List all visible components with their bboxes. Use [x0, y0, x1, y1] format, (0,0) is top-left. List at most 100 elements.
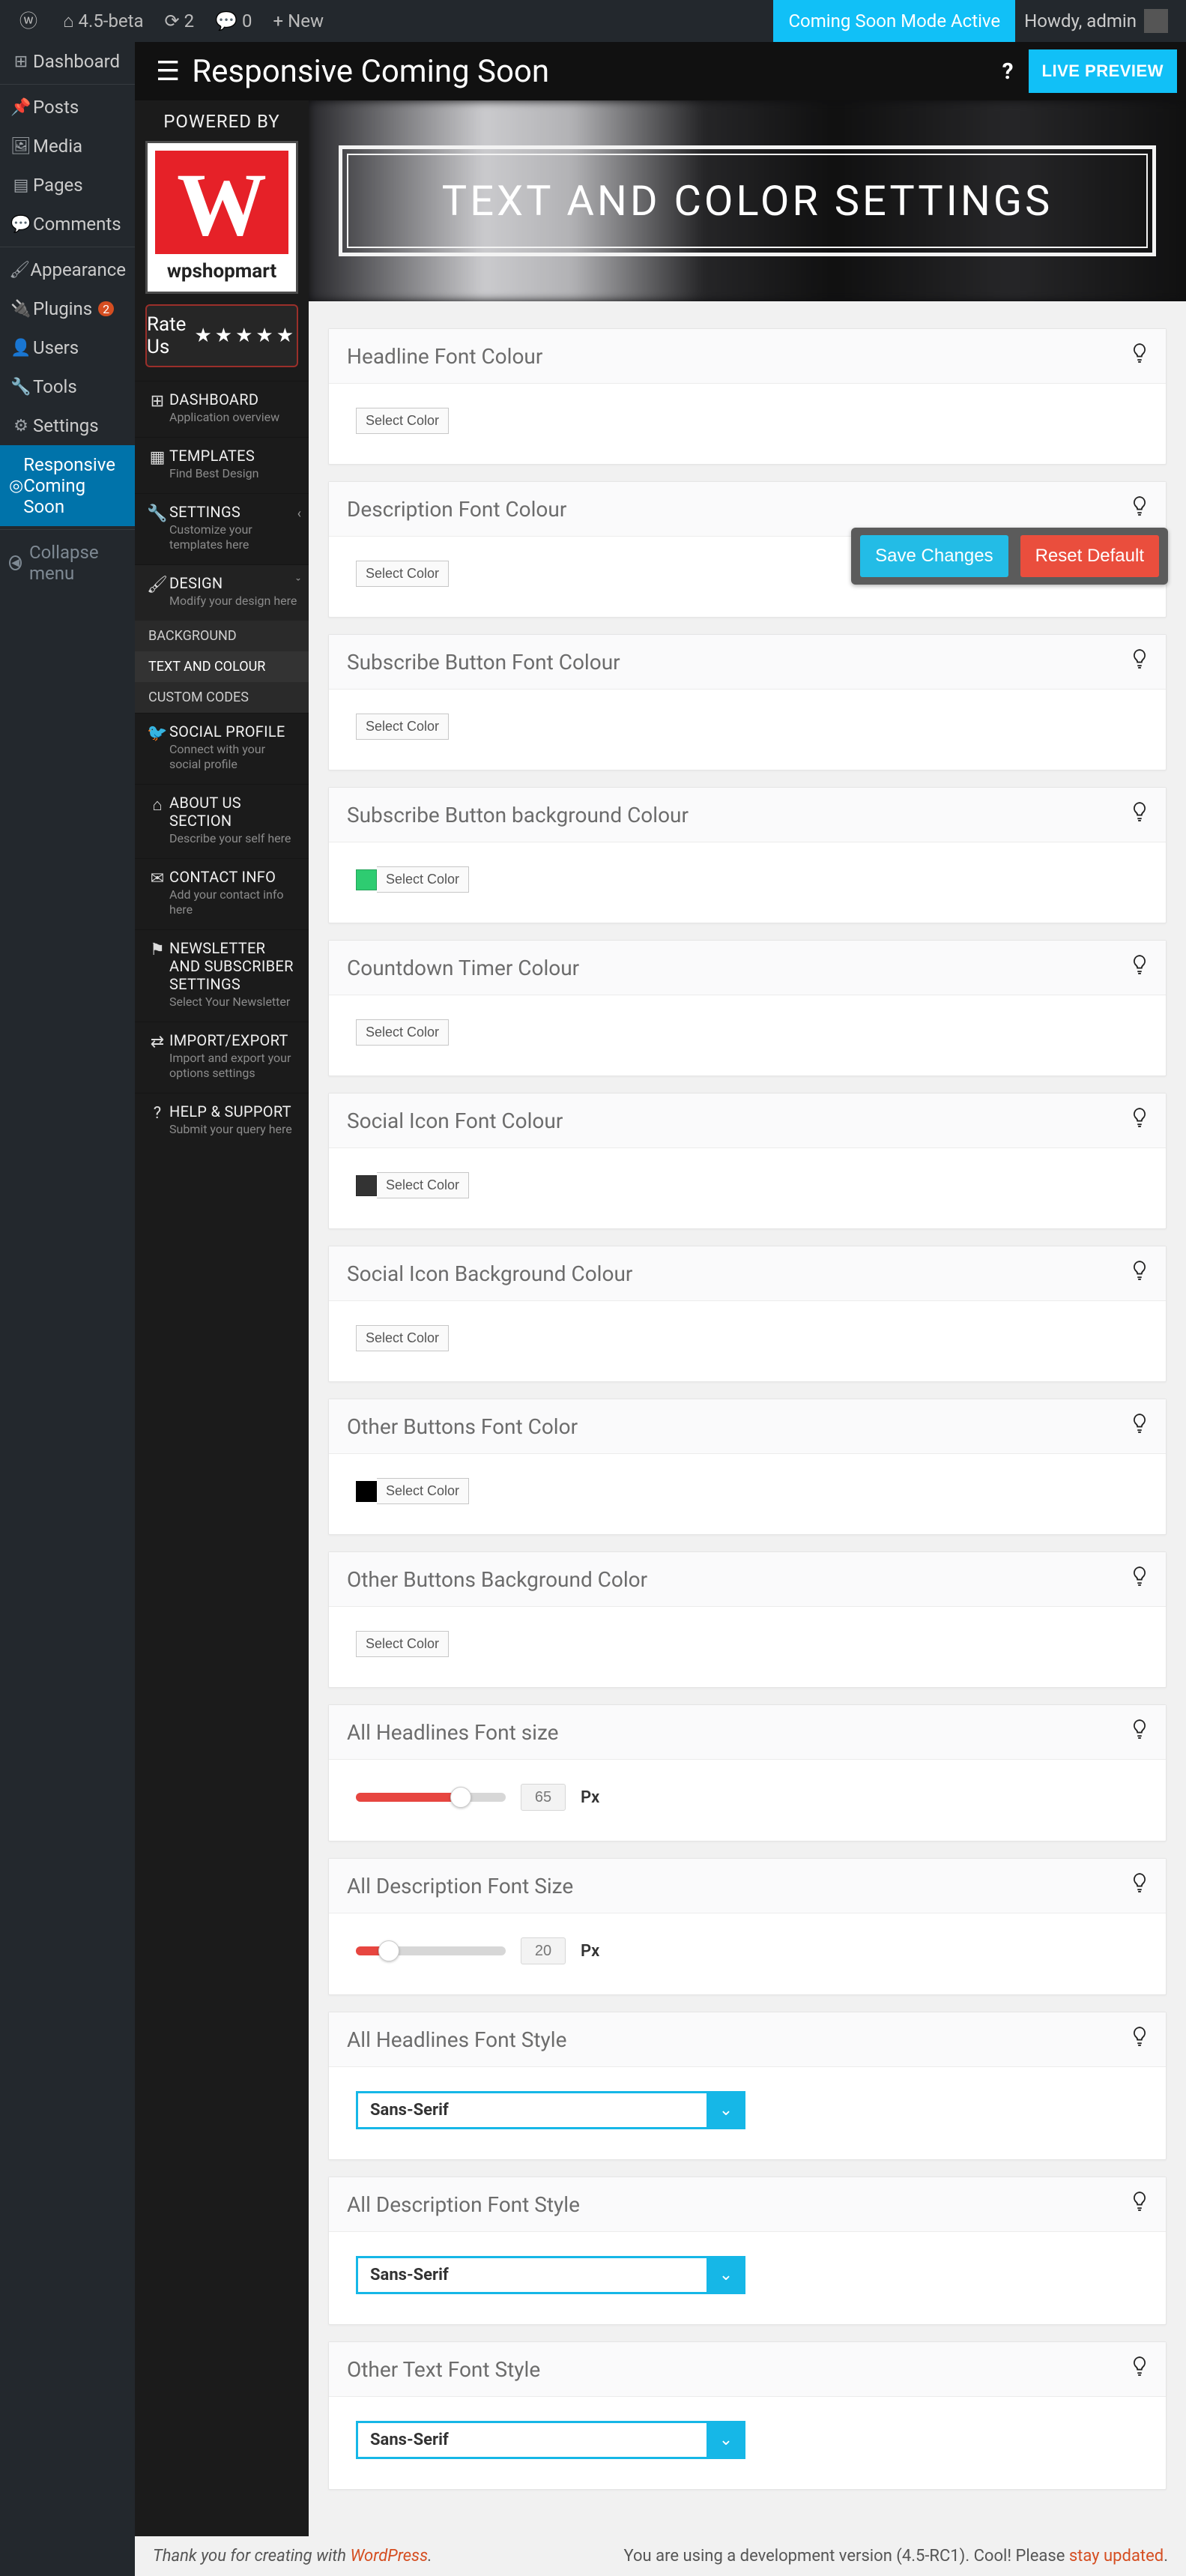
plugin-icon: 🔌 [9, 300, 33, 319]
menu-plugins[interactable]: 🔌Plugins2 [0, 289, 135, 328]
bulb-icon[interactable] [1131, 1719, 1148, 1746]
brush-icon: 🖌 [145, 576, 169, 609]
coming-soon-badge[interactable]: Coming Soon Mode Active [773, 0, 1015, 42]
menu-dashboard[interactable]: ⊞Dashboard [0, 42, 135, 81]
dashboard-icon: ⊞ [9, 52, 33, 71]
grid-icon: ▦ [145, 448, 169, 481]
howdy-account[interactable]: Howdy, admin [1015, 0, 1177, 42]
twitter-icon: 🐦 [145, 724, 169, 772]
menu-appearance[interactable]: 🖌Appearance [0, 250, 135, 289]
slider-value-input[interactable] [521, 1937, 566, 1964]
select-color-button[interactable]: Select Color [377, 1172, 469, 1198]
design-sub-background[interactable]: BACKGROUND [135, 621, 309, 651]
plugin-menu-about[interactable]: ⌂ ABOUT US SECTIONDescribe your self her… [135, 784, 309, 858]
setting-card: Headline Font Colour Select Color [328, 328, 1167, 465]
chevron-down-icon[interactable]: ⌄ [707, 2421, 745, 2459]
site-name[interactable]: ⌂4.5-beta [52, 0, 154, 42]
card-label: Social Icon Background Colour [347, 1261, 1131, 1286]
footer-wp-link[interactable]: WordPress [350, 2547, 428, 2566]
card-label: Other Buttons Background Color [347, 1567, 1131, 1592]
bulb-icon[interactable] [1131, 1566, 1148, 1593]
select-color-button[interactable]: Select Color [356, 714, 449, 740]
brand-logo[interactable]: W wpshopmart [145, 141, 298, 294]
rate-us-button[interactable]: Rate Us ★★★★★ [145, 304, 298, 367]
wrench-icon: 🔧 [145, 504, 169, 552]
setting-card: Countdown Timer ColourSelect Color [328, 940, 1167, 1076]
new-content[interactable]: +New [263, 0, 335, 42]
menu-media[interactable]: 🖼Media [0, 127, 135, 166]
bulb-icon[interactable] [1131, 495, 1148, 522]
save-changes-button[interactable]: Save Changes [860, 535, 1008, 577]
design-sub-text-colour[interactable]: TEXT AND COLOUR [135, 651, 309, 682]
select-color-button[interactable]: Select Color [356, 408, 449, 434]
menu-settings[interactable]: ⚙Settings [0, 406, 135, 445]
menu-tools[interactable]: 🔧Tools [0, 367, 135, 406]
select-value: Sans-Serif [356, 2421, 707, 2459]
plugin-menu-settings[interactable]: 🔧 SETTINGSCustomize your templates here … [135, 493, 309, 564]
select-color-button[interactable]: Select Color [356, 1631, 449, 1657]
plugin-menu-templates[interactable]: ▦ TEMPLATESFind Best Design [135, 437, 309, 493]
card-label: Other Buttons Font Color [347, 1414, 1131, 1439]
hamburger-icon[interactable]: ☰ [144, 55, 192, 87]
plugin-menu-newsletter[interactable]: ⚑ NEWSLETTER AND SUBSCRIBER SETTINGSSele… [135, 929, 309, 1022]
select-color-button[interactable]: Select Color [377, 1478, 469, 1504]
menu-posts[interactable]: 📌Posts [0, 88, 135, 127]
menu-pages[interactable]: ▤Pages [0, 166, 135, 205]
updates[interactable]: ⟳2 [154, 0, 205, 42]
plugin-menu-help[interactable]: ? HELP & SUPPORTSubmit your query here [135, 1093, 309, 1149]
slider-track[interactable] [356, 1793, 506, 1802]
wp-logo[interactable]: ⓦ [9, 0, 52, 42]
bulb-icon[interactable] [1131, 1260, 1148, 1287]
chevron-down-icon: ˇ [295, 577, 301, 593]
font-select[interactable]: Sans-Serif⌄ [356, 2091, 745, 2129]
page-icon: ▤ [9, 176, 33, 195]
comments[interactable]: 💬0 [205, 0, 262, 42]
wp-admin-sidebar: ⊞Dashboard 📌Posts 🖼Media ▤Pages 💬Comment… [0, 42, 135, 2576]
setting-card: Other Buttons Background Color Select Col… [328, 1551, 1167, 1688]
comment-icon: 💬 [9, 215, 33, 234]
menu-responsive-coming-soon[interactable]: ◎Responsive Coming Soon [0, 445, 135, 526]
select-color-button[interactable]: Select Color [356, 1019, 449, 1046]
bulb-icon[interactable] [1131, 2026, 1148, 2053]
settings-icon: ⚙ [9, 417, 33, 435]
card-label: Subscribe Button Font Colour [347, 650, 1131, 675]
live-preview-button[interactable]: LIVE PREVIEW [1029, 49, 1177, 93]
slider-thumb[interactable] [378, 1940, 399, 1961]
chevron-down-icon[interactable]: ⌄ [707, 2256, 745, 2294]
plugin-menu-dashboard[interactable]: ⊞ DASHBOARDApplication overview [135, 381, 309, 437]
font-select[interactable]: Sans-Serif⌄ [356, 2421, 745, 2459]
plugin-menu-design[interactable]: 🖌 DESIGNModify your design here ˇ [135, 564, 309, 621]
slider-track[interactable] [356, 1946, 506, 1955]
plugin-menu-social[interactable]: 🐦 SOCIAL PROFILEConnect with your social… [135, 713, 309, 784]
menu-users[interactable]: 👤Users [0, 328, 135, 367]
footer-stay-updated-link[interactable]: stay updated [1069, 2547, 1164, 2566]
select-color-button[interactable]: Select Color [356, 1325, 449, 1351]
card-label: Headline Font Colour [347, 344, 1131, 369]
slider-value-input[interactable] [521, 1784, 566, 1811]
select-color-button[interactable]: Select Color [377, 866, 469, 893]
chevron-down-icon[interactable]: ⌄ [707, 2091, 745, 2129]
font-select[interactable]: Sans-Serif⌄ [356, 2256, 745, 2294]
menu-comments[interactable]: 💬Comments [0, 205, 135, 244]
plugin-menu-import-export[interactable]: ⇄ IMPORT/EXPORTImport and export your op… [135, 1022, 309, 1093]
card-label: All Description Font Style [347, 2192, 1131, 2217]
bulb-icon[interactable] [1131, 1107, 1148, 1134]
bulb-icon[interactable] [1131, 2191, 1148, 2218]
reset-default-button[interactable]: Reset Default [1020, 535, 1159, 577]
bulb-icon[interactable] [1131, 1413, 1148, 1440]
plugin-menu-contact[interactable]: ✉ CONTACT INFOAdd your contact info here [135, 858, 309, 929]
design-sub-custom-codes[interactable]: CUSTOM CODES [135, 682, 309, 713]
bulb-icon[interactable] [1131, 648, 1148, 675]
bulb-icon[interactable] [1131, 343, 1148, 369]
bulb-icon[interactable] [1131, 2356, 1148, 2383]
bulb-icon[interactable] [1131, 801, 1148, 828]
comments-count: 0 [242, 10, 252, 31]
select-color-button[interactable]: Select Color [356, 561, 449, 587]
comment-icon: 💬 [215, 12, 237, 30]
help-icon[interactable]: ? [1002, 58, 1014, 85]
bulb-icon[interactable] [1131, 1872, 1148, 1899]
media-icon: 🖼 [9, 137, 33, 156]
slider-thumb[interactable] [450, 1787, 471, 1808]
bulb-icon[interactable] [1131, 954, 1148, 981]
collapse-menu[interactable]: ◀Collapse menu [0, 533, 135, 593]
